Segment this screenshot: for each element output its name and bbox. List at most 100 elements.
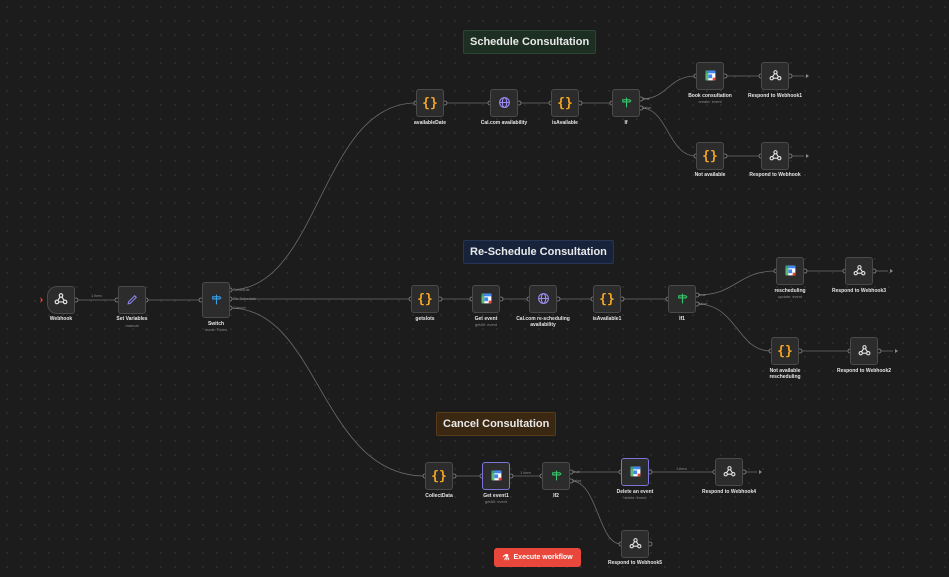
webhook-icon <box>858 344 871 359</box>
edge-item-count: 1 item <box>520 470 531 475</box>
node-respond-webhook[interactable] <box>761 142 789 170</box>
switch-output-label: Cancel <box>233 305 246 310</box>
webhook-icon <box>54 292 68 308</box>
node-label: Respond to Webhook <box>749 172 801 178</box>
edge-switch-availableDate <box>229 102 417 291</box>
if-false-label: false <box>573 478 582 483</box>
node-label: If1 <box>679 316 685 322</box>
arrow-end <box>759 470 762 474</box>
node-getslots[interactable]: {} <box>411 285 439 313</box>
arrow-end <box>806 74 809 78</box>
node-if2[interactable] <box>542 462 570 490</box>
node-isAvailable1[interactable]: {} <box>593 285 621 313</box>
edge-if-notavailable <box>640 107 697 157</box>
switch-output-label: Schedule <box>233 287 250 292</box>
code-braces-icon: {} <box>431 468 447 484</box>
execute-workflow-button[interactable]: ⚗ Execute workflow <box>494 548 581 567</box>
flask-icon: ⚗ <box>502 553 510 562</box>
google-calendar-icon <box>784 264 797 279</box>
node-label: availableDate <box>414 120 446 126</box>
node-webhook[interactable] <box>47 286 75 314</box>
node-get-event[interactable] <box>472 285 500 313</box>
if-true-label: true <box>573 469 580 474</box>
node-label: If2 <box>553 493 559 499</box>
node-not-available[interactable]: {} <box>696 142 724 170</box>
if-signpost-icon <box>620 96 633 111</box>
sticky-note-schedule[interactable]: Schedule Consultation <box>463 30 597 54</box>
if-true-label: true <box>643 96 650 101</box>
edge-if1-notavailable <box>696 303 772 352</box>
node-collectdata[interactable]: {} <box>425 462 453 490</box>
arrow-end <box>895 349 898 353</box>
webhook-icon <box>629 537 642 552</box>
node-respond-webhook3[interactable] <box>845 257 873 285</box>
node-label: Not available rescheduling <box>769 368 801 380</box>
webhook-icon <box>769 69 782 84</box>
node-label: If <box>624 120 628 126</box>
google-calendar-icon <box>490 469 503 484</box>
code-braces-icon: {} <box>702 148 718 164</box>
globe-icon <box>537 292 550 307</box>
node-respond-webhook5[interactable] <box>621 530 649 558</box>
if-signpost-icon <box>550 469 563 484</box>
google-calendar-icon <box>629 465 642 480</box>
workflow-canvas[interactable]: Schedule Consultation Re-Schedule Consul… <box>0 0 949 577</box>
node-label: Set Variables <box>116 316 148 322</box>
globe-icon <box>498 96 511 111</box>
webhook-icon <box>769 149 782 164</box>
node-respond-webhook1[interactable] <box>761 62 789 90</box>
code-braces-icon: {} <box>557 95 573 111</box>
node-label: Cal.com re-scheduling availability <box>516 316 570 328</box>
node-respond-webhook2[interactable] <box>850 337 878 365</box>
node-switch[interactable] <box>202 282 230 318</box>
node-label: Respond to Webhook4 <box>701 489 757 495</box>
node-subtitle: update: event <box>777 294 803 299</box>
sticky-note-reschedule[interactable]: Re-Schedule Consultation <box>463 240 614 264</box>
node-isAvailable[interactable]: {} <box>551 89 579 117</box>
pencil-icon <box>126 293 139 308</box>
webhook-icon <box>723 465 736 480</box>
node-subtitle: getAll: event <box>484 499 507 504</box>
code-braces-icon: {} <box>417 291 433 307</box>
edge-item-count: 1 item <box>91 293 102 298</box>
google-calendar-icon <box>704 69 717 84</box>
google-calendar-icon <box>480 292 493 307</box>
node-cal-availability[interactable] <box>490 89 518 117</box>
node-set-variables[interactable] <box>118 286 146 314</box>
execute-workflow-label: Execute workflow <box>513 554 573 561</box>
node-respond-webhook4[interactable] <box>715 458 743 486</box>
code-braces-icon: {} <box>422 95 438 111</box>
arrow-end <box>890 269 893 273</box>
if-signpost-icon <box>676 292 689 307</box>
node-subtitle: create: event <box>698 99 722 104</box>
switch-signpost-icon <box>210 293 223 308</box>
switch-output-label: Re-Schedule <box>233 296 257 301</box>
node-rescheduling[interactable] <box>776 257 804 285</box>
node-delete-event[interactable] <box>621 458 649 486</box>
trigger-bolt-icon <box>40 297 43 303</box>
node-subtitle: manual <box>125 323 139 328</box>
node-label: Respond to Webhook3 <box>831 288 887 294</box>
if-false-label: false <box>643 105 652 110</box>
node-get-event1[interactable] <box>482 462 510 490</box>
edge-switch-collectdata <box>229 307 426 477</box>
arrow-end <box>806 154 809 158</box>
node-not-available-rescheduling[interactable]: {} <box>771 337 799 365</box>
node-label: Respond to Webhook1 <box>747 93 803 99</box>
node-label: Respond to Webhook2 <box>836 368 892 374</box>
node-label: Webhook <box>49 316 73 322</box>
node-if[interactable] <box>612 89 640 117</box>
node-book-consultation[interactable] <box>696 62 724 90</box>
if-false-label: false <box>699 301 708 306</box>
sticky-note-cancel[interactable]: Cancel Consultation <box>436 412 557 436</box>
node-subtitle: delete: event <box>623 495 647 500</box>
code-braces-icon: {} <box>599 291 615 307</box>
code-braces-icon: {} <box>777 343 793 359</box>
node-if1[interactable] <box>668 285 696 313</box>
node-availableDate[interactable]: {} <box>416 89 444 117</box>
edge-item-count: 1 item <box>676 466 687 471</box>
node-label: Respond to Webhook5 <box>607 560 663 566</box>
if-true-label: true <box>699 292 706 297</box>
node-subtitle: mode: Rules <box>204 327 228 332</box>
node-cal-rescheduling[interactable] <box>529 285 557 313</box>
